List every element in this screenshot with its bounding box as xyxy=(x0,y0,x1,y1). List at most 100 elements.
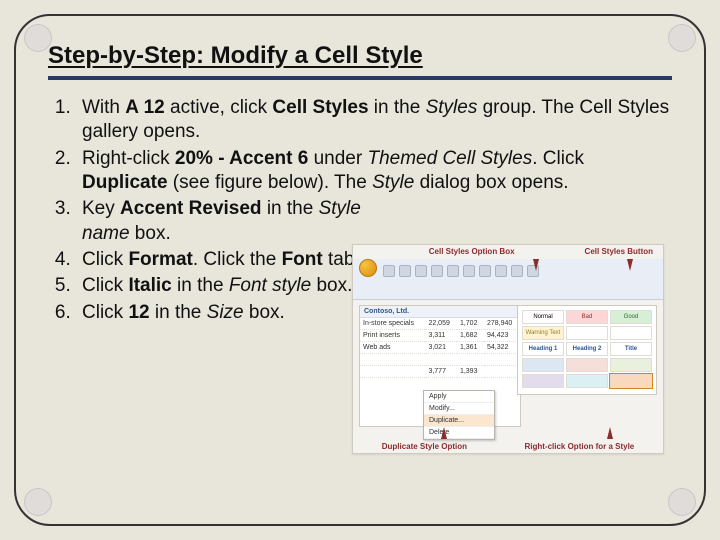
cell: In-store specials xyxy=(360,318,425,330)
step-1-text2: active, click xyxy=(165,97,273,118)
cell: Web ads xyxy=(360,342,425,354)
context-apply: Apply xyxy=(424,391,494,403)
step-2-text5: dialog box opens. xyxy=(414,172,568,193)
callout-styles-button: Cell Styles Button xyxy=(585,247,653,256)
corner-tr xyxy=(668,24,696,52)
figure-screenshot: Cell Styles Option Box Cell Styles Butto… xyxy=(352,244,664,454)
step-2: Right-click 20% - Accent 6 under Themed … xyxy=(76,147,672,196)
step-2-text4: (see figure below). The xyxy=(168,172,373,193)
style-cell xyxy=(610,326,652,340)
style-cell-accent6-hover xyxy=(610,374,652,388)
step-5-text: Click xyxy=(82,275,128,296)
context-duplicate: Duplicate... xyxy=(424,415,494,427)
callout-option-box: Cell Styles Option Box xyxy=(429,247,515,256)
step-2-text3: . Click xyxy=(532,148,584,169)
step-5-cmd: Italic xyxy=(128,275,171,296)
cell: 94,423 xyxy=(484,330,520,342)
style-cell-good: Good xyxy=(610,310,652,324)
step-4: Click Format. Click the Font tab. xyxy=(76,248,382,272)
step-2-cmd2: Duplicate xyxy=(82,172,168,193)
figure-ribbon xyxy=(353,259,663,300)
cell xyxy=(360,366,425,378)
office-button-icon xyxy=(359,259,377,277)
figure-worksheet-title: Contoso, Ltd. xyxy=(360,306,520,318)
figure-context-menu: Apply Modify... Duplicate... Delete xyxy=(423,390,495,440)
step-3-name: Accent Revised xyxy=(120,198,262,219)
callout-arrow xyxy=(533,259,539,271)
step-4-cmd: Format xyxy=(128,249,192,270)
style-cell-warning: Warning Text xyxy=(522,326,564,340)
cell: 54,322 xyxy=(484,342,520,354)
step-4-text2: . Click the xyxy=(193,249,282,270)
slide: Step-by-Step: Modify a Cell Style With A… xyxy=(0,0,720,540)
callout-rightclick: Right-click Option for a Style xyxy=(524,442,634,451)
style-cell xyxy=(566,326,608,340)
step-1: With A 12 active, click Cell Styles in t… xyxy=(76,96,672,145)
step-2-dlg: Style xyxy=(372,172,414,193)
step-1-text: With xyxy=(82,97,125,118)
style-cell-accent xyxy=(566,374,608,388)
step-2-text: Right-click xyxy=(82,148,175,169)
ribbon-icon xyxy=(415,265,427,277)
ribbon-icon xyxy=(431,265,443,277)
style-cell-accent xyxy=(522,358,564,372)
style-cell-heading2: Heading 2 xyxy=(566,342,608,356)
figure-styles-gallery: Normal Bad Good Warning Text Heading 1 H… xyxy=(517,305,657,395)
ribbon-icon xyxy=(495,265,507,277)
step-4-text: Click xyxy=(82,249,128,270)
step-3-text3: box. xyxy=(130,223,171,244)
style-cell-title: Title xyxy=(610,342,652,356)
figure-worksheet-table: In-store specials22,0591,702278,940 Prin… xyxy=(360,318,520,378)
inner-frame: Step-by-Step: Modify a Cell Style With A… xyxy=(14,14,706,526)
step-5-text3: box. xyxy=(311,275,352,296)
slide-title: Step-by-Step: Modify a Cell Style xyxy=(48,42,672,70)
step-6-box: Size xyxy=(207,302,244,323)
step-2-cmd: 20% - Accent 6 xyxy=(175,148,308,169)
figure-top-callouts: Cell Styles Option Box Cell Styles Butto… xyxy=(353,247,663,256)
figure-ribbon-icons xyxy=(383,265,657,277)
step-6-text3: box. xyxy=(244,302,285,323)
context-delete: Delete xyxy=(424,427,494,439)
step-4-tab: Font xyxy=(282,249,323,270)
cell: 1,682 xyxy=(457,330,484,342)
step-2-cat: Themed Cell Styles xyxy=(367,148,532,169)
step-5-text2: in the xyxy=(172,275,229,296)
step-2-text2: under xyxy=(308,148,367,169)
corner-bl xyxy=(24,488,52,516)
corner-br xyxy=(668,488,696,516)
step-3: Key Accent Revised in the Style name box… xyxy=(76,197,382,246)
ribbon-icon xyxy=(399,265,411,277)
callout-arrow xyxy=(607,427,613,439)
style-cell-heading: Heading 1 xyxy=(522,342,564,356)
corner-tl xyxy=(24,24,52,52)
step-1-cell: A 12 xyxy=(125,97,164,118)
step-3-text: Key xyxy=(82,198,120,219)
style-cell-bad: Bad xyxy=(566,310,608,324)
cell: Print inserts xyxy=(360,330,425,342)
step-3-text2: in the xyxy=(262,198,319,219)
ribbon-icon xyxy=(479,265,491,277)
cell: 1,702 xyxy=(457,318,484,330)
step-6-text2: in the xyxy=(150,302,207,323)
cell: 3,777 xyxy=(425,366,457,378)
cell: 1,393 xyxy=(457,366,484,378)
ribbon-icon xyxy=(463,265,475,277)
step-5: Click Italic in the Font style box. xyxy=(76,274,382,298)
callout-arrow xyxy=(441,427,447,439)
cell: 1,361 xyxy=(457,342,484,354)
context-modify: Modify... xyxy=(424,403,494,415)
step-6-size: 12 xyxy=(128,302,149,323)
step-1-text3: in the xyxy=(369,97,426,118)
figure-bottom-callouts: Duplicate Style Option Right-click Optio… xyxy=(353,442,663,451)
style-cell-normal: Normal xyxy=(522,310,564,324)
style-cell-accent xyxy=(522,374,564,388)
step-6-text: Click xyxy=(82,302,128,323)
cell xyxy=(484,366,520,378)
title-rule xyxy=(48,76,672,80)
ribbon-icon xyxy=(383,265,395,277)
ribbon-icon xyxy=(447,265,459,277)
step-5-box: Font style xyxy=(229,275,311,296)
style-cell-accent xyxy=(566,358,608,372)
callout-duplicate: Duplicate Style Option xyxy=(382,442,467,451)
cell: 278,940 xyxy=(484,318,520,330)
